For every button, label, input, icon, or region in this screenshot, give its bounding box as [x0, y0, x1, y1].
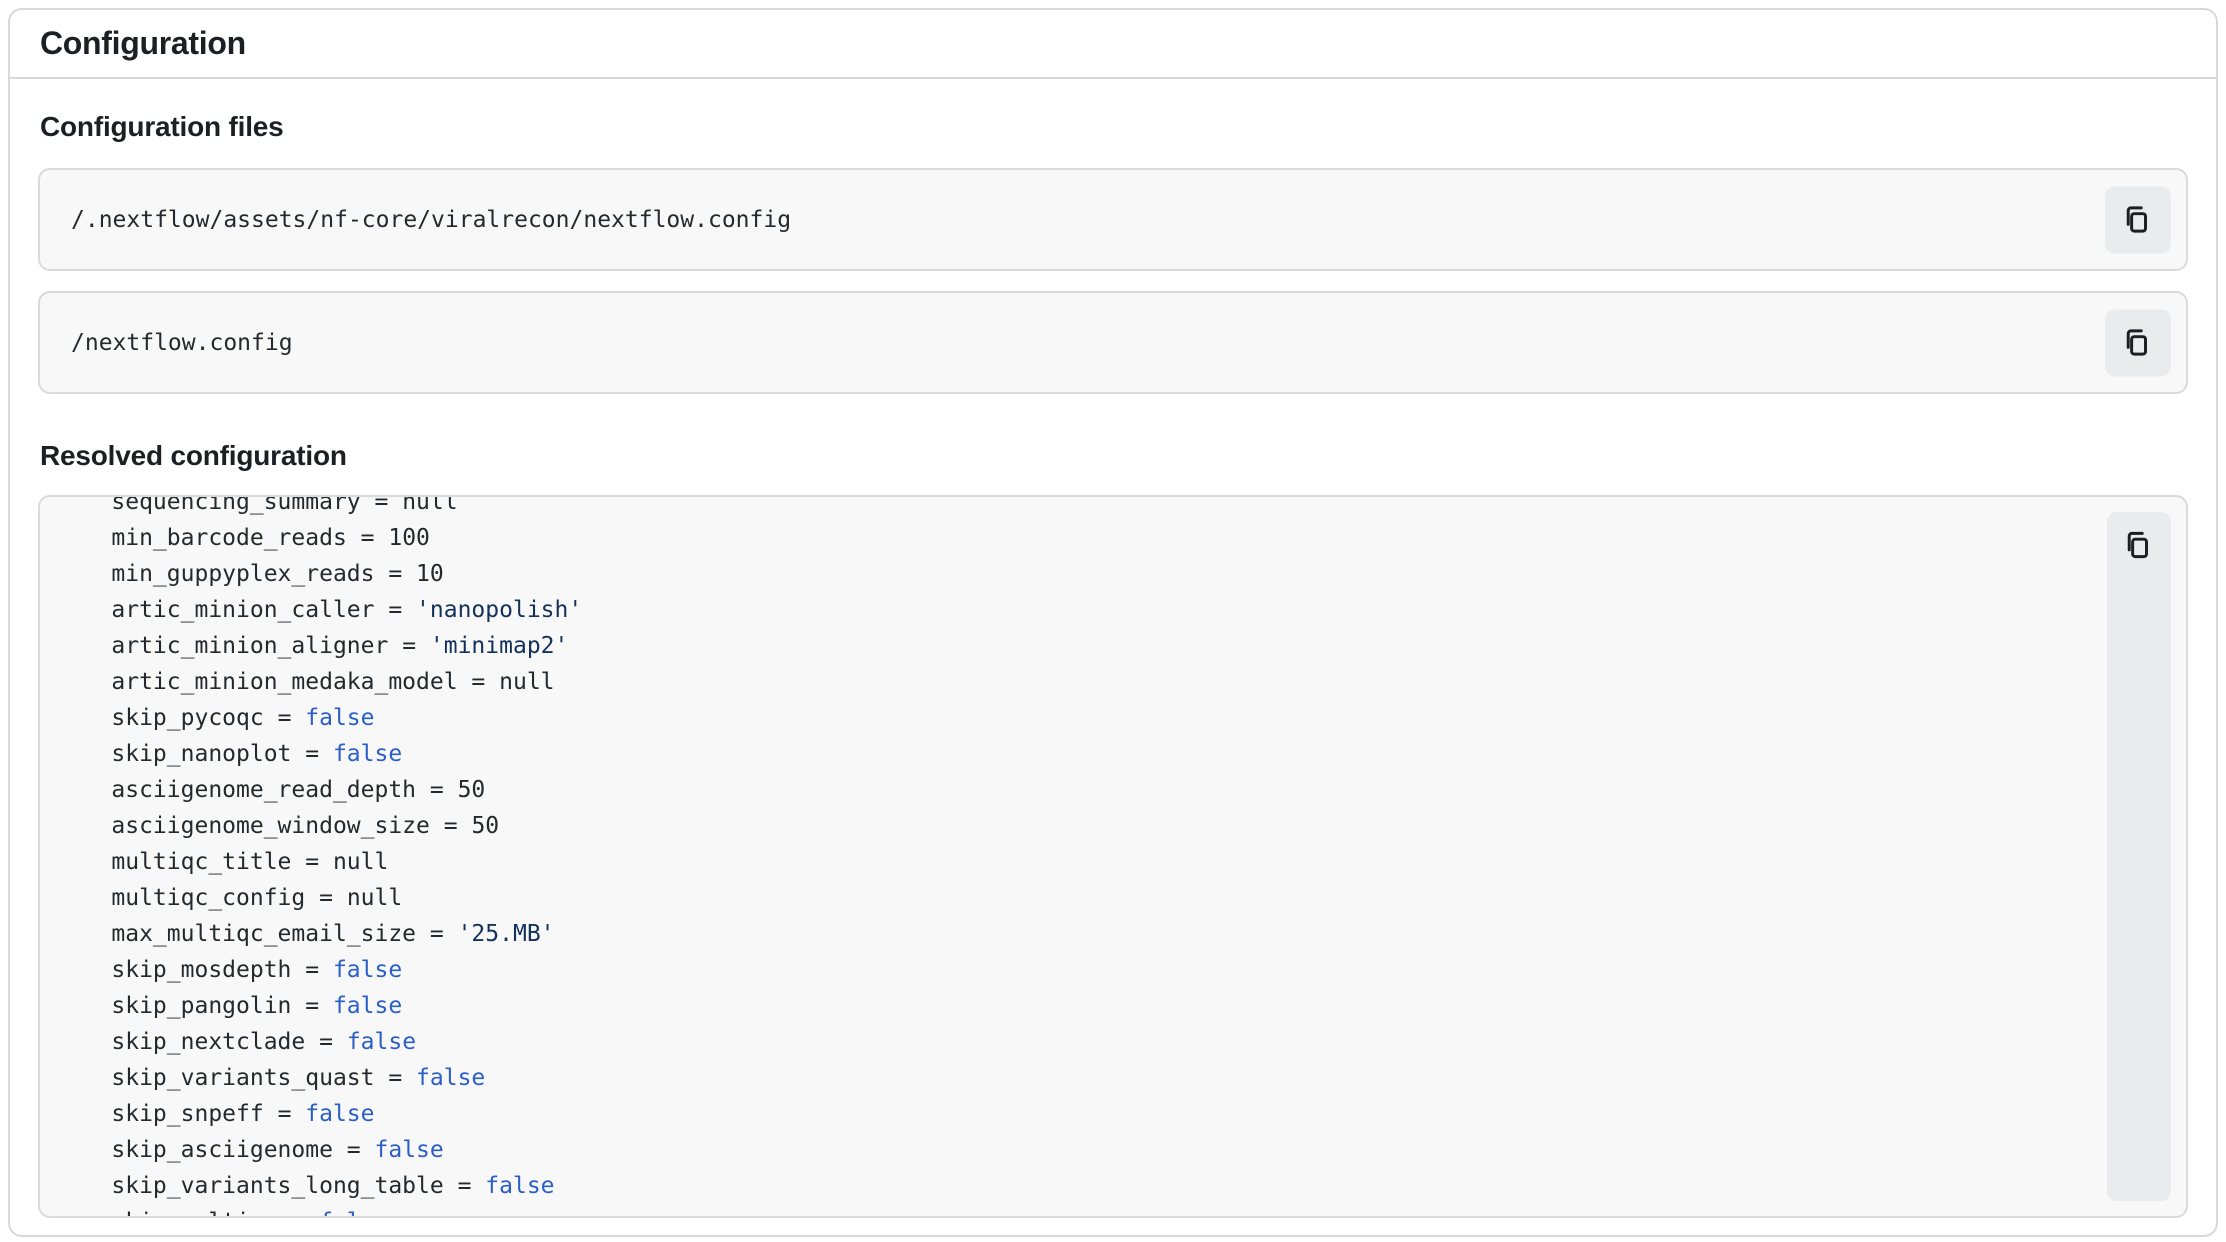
config-line: artic_minion_caller = 'nanopolish'	[56, 592, 2186, 628]
config-line: skip_nanoplot = false	[56, 736, 2186, 772]
config-line: skip_pycoqc = false	[56, 700, 2186, 736]
resolved-config-pre: sequencing_summary = null min_barcode_re…	[40, 497, 2186, 1216]
config-file-path: /nextflow.config	[71, 330, 293, 356]
config-line: max_multiqc_email_size = '25.MB'	[56, 916, 2186, 952]
config-line: skip_variants_quast = false	[56, 1060, 2186, 1096]
config-line: min_guppyplex_reads = 10	[56, 556, 2186, 592]
copy-icon	[2121, 203, 2155, 237]
config-line: multiqc_config = null	[56, 880, 2186, 916]
config-file-box: /nextflow.config	[38, 291, 2188, 394]
configuration-files-heading: Configuration files	[40, 111, 2188, 143]
config-line: artic_minion_medaka_model = null	[56, 664, 2186, 700]
config-line: skip_asciigenome = false	[56, 1132, 2186, 1168]
copy-button[interactable]	[2105, 186, 2171, 253]
resolved-configuration-heading: Resolved configuration	[40, 440, 2188, 472]
config-line: multiqc_title = null	[56, 844, 2186, 880]
config-line: skip_mosdepth = false	[56, 952, 2186, 988]
panel-body: Configuration files /.nextflow/assets/nf…	[10, 111, 2216, 1218]
config-line: skip_nextclade = false	[56, 1024, 2186, 1060]
copy-icon	[2121, 326, 2155, 360]
copy-button[interactable]	[2107, 512, 2171, 1201]
panel-header: Configuration	[10, 10, 2216, 79]
config-line: sequencing_summary = null	[56, 497, 2186, 520]
copy-button[interactable]	[2105, 309, 2171, 376]
config-file-box: /.nextflow/assets/nf-core/viralrecon/nex…	[38, 168, 2188, 271]
page-title: Configuration	[40, 25, 246, 62]
configuration-panel: Configuration Configuration files /.next…	[8, 8, 2218, 1237]
config-line: skip_snpeff = false	[56, 1096, 2186, 1132]
config-line: artic_minion_aligner = 'minimap2'	[56, 628, 2186, 664]
config-line: min_barcode_reads = 100	[56, 520, 2186, 556]
resolved-config-scroll-area[interactable]: sequencing_summary = null min_barcode_re…	[40, 497, 2186, 1216]
config-line: asciigenome_read_depth = 50	[56, 772, 2186, 808]
config-line: skip_multiqc = false	[56, 1204, 2186, 1216]
resolved-config-box: sequencing_summary = null min_barcode_re…	[38, 495, 2188, 1218]
copy-icon	[2122, 528, 2156, 562]
config-line: skip_pangolin = false	[56, 988, 2186, 1024]
config-line: skip_variants_long_table = false	[56, 1168, 2186, 1204]
config-file-path: /.nextflow/assets/nf-core/viralrecon/nex…	[71, 207, 791, 233]
config-line: asciigenome_window_size = 50	[56, 808, 2186, 844]
